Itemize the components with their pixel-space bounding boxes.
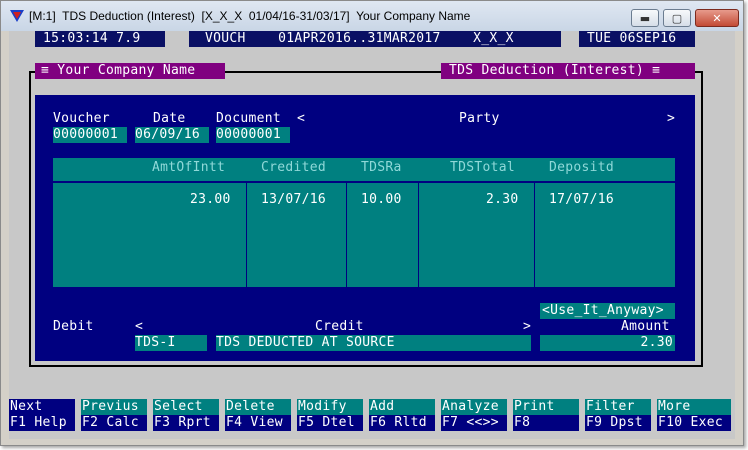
fkey-label: More <box>657 399 731 415</box>
fkey-shortcut: F6 Rltd <box>369 415 435 431</box>
mode-display: VOUCH 01APR2016..31MAR2017 X_X_X <box>189 31 561 47</box>
credit-label: Credit <box>315 319 364 334</box>
table-cell[interactable]: 10.00 <box>361 192 402 208</box>
system-date: TUE 06SEP16 <box>579 31 695 47</box>
fkey-next[interactable]: Next F1 Help <box>9 399 75 431</box>
window-title: [M:1] TDS Deduction (Interest) [X_X_X 01… <box>29 9 471 23</box>
column-header: TDSTotal <box>450 160 516 175</box>
table-cell[interactable]: 2.30 <box>486 192 519 208</box>
column-header: Credited <box>261 160 327 175</box>
fkey-label: Analyze <box>441 399 507 415</box>
grid-divider <box>534 183 535 287</box>
use-it-anyway-button[interactable]: <Use_It_Anyway> <box>540 303 675 319</box>
voucher-field[interactable]: 00000001 <box>53 127 127 143</box>
fkey-shortcut: F5 Dtel <box>297 415 363 431</box>
fkey-shortcut: F7 <<>> <box>441 415 507 431</box>
fkey-label: Next <box>9 399 75 415</box>
grid-divider <box>346 183 347 287</box>
fkey-label: Previus <box>81 399 147 415</box>
fkey-shortcut: F8 <box>513 415 579 431</box>
amount-field[interactable]: 2.30 <box>540 335 675 351</box>
close-button[interactable]: ✕ <box>695 9 739 27</box>
column-header: AmtOfIntt <box>152 160 226 175</box>
console-area: 15:03:14 7.9 VOUCH 01APR2016..31MAR2017 … <box>9 31 735 439</box>
fkey-shortcut: F4 View <box>225 415 291 431</box>
date-label: Date <box>153 111 186 126</box>
fkey-label: Add <box>369 399 435 415</box>
table-cell[interactable]: 23.00 <box>190 192 231 208</box>
clock-display: 15:03:14 7.9 <box>35 31 165 47</box>
fkey-filter[interactable]: Filter F9 Dpst <box>585 399 651 431</box>
company-tab: ≡ Your Company Name <box>35 63 225 79</box>
fkey-add[interactable]: Add F6 Rltd <box>369 399 435 431</box>
fkey-modify[interactable]: Modify F5 Dtel <box>297 399 363 431</box>
title-bar[interactable]: [M:1] TDS Deduction (Interest) [X_X_X 01… <box>1 1 743 31</box>
party-gt: > <box>667 111 676 126</box>
grid-divider <box>246 183 247 287</box>
minimize-button[interactable]: ▬ <box>631 9 659 27</box>
party-label: Party <box>459 111 500 126</box>
credit-lt: < <box>135 319 144 334</box>
fkey-analyze[interactable]: Analyze F7 <<>> <box>441 399 507 431</box>
column-header: Depositd <box>549 160 615 175</box>
table-cell[interactable]: 13/07/16 <box>261 192 326 208</box>
fkey-print[interactable]: Print F8 <box>513 399 579 431</box>
debit-label: Debit <box>53 319 94 334</box>
fkey-shortcut: F2 Calc <box>81 415 147 431</box>
fkey-label: Filter <box>585 399 651 415</box>
fkey-shortcut: F10 Exec <box>657 415 731 431</box>
fkey-label: Delete <box>225 399 291 415</box>
party-lt: < <box>297 111 306 126</box>
fkey-label: Modify <box>297 399 363 415</box>
fkey-more[interactable]: More F10 Exec <box>657 399 731 431</box>
credit-name-field[interactable]: TDS DEDUCTED AT SOURCE <box>216 335 531 351</box>
fkey-shortcut: F3 Rprt <box>153 415 219 431</box>
fkey-select[interactable]: Select F3 Rprt <box>153 399 219 431</box>
amount-label: Amount <box>621 319 670 334</box>
maximize-button[interactable]: ▢ <box>663 9 691 27</box>
fkey-delete[interactable]: Delete F4 View <box>225 399 291 431</box>
column-header: TDSRa <box>361 160 402 175</box>
app-triangle-icon <box>10 10 24 22</box>
fkey-shortcut: F9 Dpst <box>585 415 651 431</box>
fkey-shortcut: F1 Help <box>9 415 75 431</box>
document-label: Document <box>216 111 282 126</box>
credit-code-field[interactable]: TDS-I <box>135 335 207 351</box>
fkey-previous[interactable]: Previus F2 Calc <box>81 399 147 431</box>
fkey-label: Print <box>513 399 579 415</box>
credit-gt: > <box>523 319 532 334</box>
fkey-label: Select <box>153 399 219 415</box>
grid-divider <box>418 183 419 287</box>
voucher-label: Voucher <box>53 111 110 126</box>
app-window: [M:1] TDS Deduction (Interest) [X_X_X 01… <box>0 0 744 446</box>
date-field[interactable]: 06/09/16 <box>135 127 209 143</box>
screen-tab: TDS Deduction (Interest) ≡ <box>441 63 695 79</box>
document-field[interactable]: 00000001 <box>216 127 290 143</box>
table-cell[interactable]: 17/07/16 <box>549 192 614 208</box>
